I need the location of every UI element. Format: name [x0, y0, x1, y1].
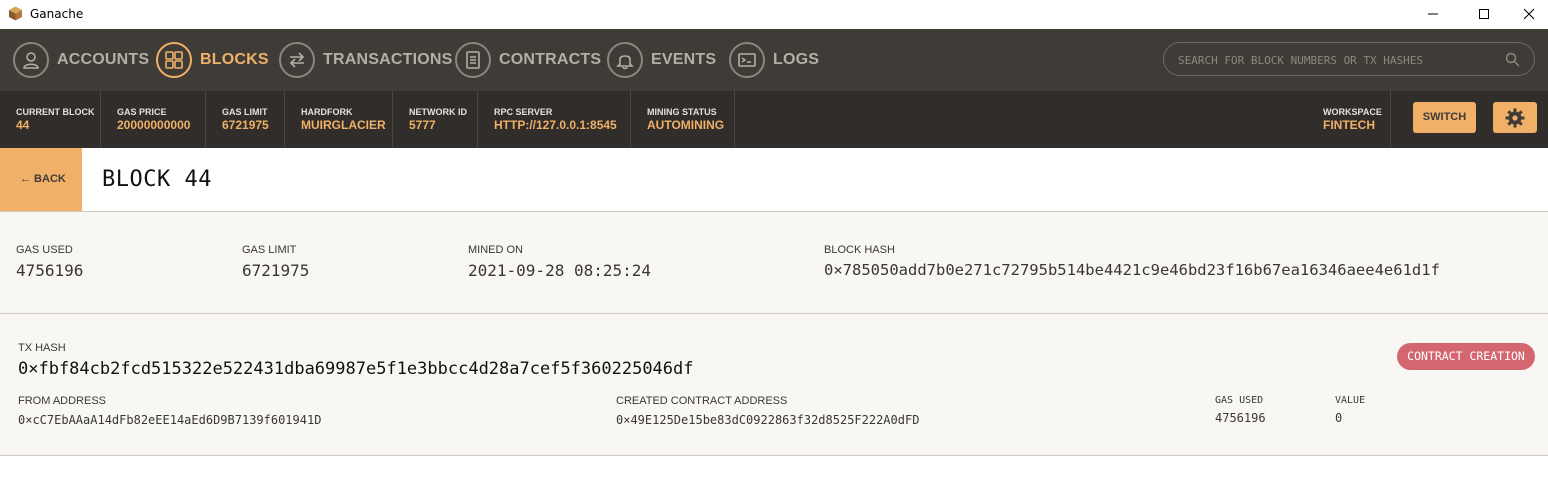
- tx-value-label: VALUE: [1335, 395, 1366, 406]
- back-button[interactable]: ← BACK: [0, 148, 82, 211]
- stat-value: HTTP://127.0.0.1:8545: [494, 118, 617, 132]
- field-value: 0×785050add7b0e271c72795b514be4421c9e46b…: [824, 261, 1440, 279]
- main-nav: ACCOUNTS BLOCKS TRANSACTIONS CONTRACTS E…: [0, 29, 1548, 91]
- close-button[interactable]: [1506, 0, 1548, 29]
- swap-arrows-icon: [289, 52, 305, 68]
- bell-icon: [616, 55, 634, 70]
- search-icon[interactable]: [1505, 52, 1520, 67]
- stat-label: GAS LIMIT: [222, 107, 268, 117]
- maximize-button[interactable]: [1461, 0, 1507, 29]
- created-contract-address: 0×49E125De15be83dC0922863f32d8525F222A0d…: [616, 413, 920, 427]
- tx-gas-used-label: GAS USED: [1215, 395, 1264, 406]
- block-header: ← BACK BLOCK 44: [0, 148, 1548, 212]
- stat-label: CURRENT BLOCK: [16, 107, 95, 117]
- nav-contracts-label: CONTRACTS: [499, 51, 602, 68]
- transaction-row[interactable]: TX HASH 0×fbf84cb2fcd515322e522431dba699…: [0, 314, 1548, 456]
- tx-hash: 0×fbf84cb2fcd515322e522431dba69987e5f1e3…: [18, 359, 694, 379]
- stat-label: HARDFORK: [301, 107, 353, 117]
- page-title: BLOCK 44: [102, 167, 212, 192]
- field-label: GAS USED: [16, 244, 73, 256]
- terminal-icon: [738, 53, 756, 67]
- ganache-logo-icon: [9, 6, 22, 21]
- nav-events-label: EVENTS: [651, 51, 717, 68]
- stat-label: MINING STATUS: [647, 107, 717, 117]
- field-label: GAS LIMIT: [242, 244, 297, 256]
- stat-gas-price: GAS PRICE 20000000000: [101, 91, 206, 148]
- status-bar: CURRENT BLOCK 44 GAS PRICE 20000000000 G…: [0, 91, 1548, 148]
- maximize-icon: [1479, 9, 1489, 19]
- stat-label: WORKSPACE: [1323, 107, 1382, 117]
- contract-creation-badge: CONTRACT CREATION: [1397, 343, 1535, 370]
- search-input[interactable]: [1176, 50, 1500, 70]
- block-details: GAS USED 4756196 GAS LIMIT 6721975 MINED…: [0, 212, 1548, 314]
- minimize-icon: [1428, 13, 1438, 15]
- stat-label: GAS PRICE: [117, 107, 167, 117]
- gear-icon: [1505, 108, 1525, 128]
- field-value: 6721975: [242, 261, 310, 280]
- tx-value: 0: [1335, 411, 1343, 425]
- tx-gas-used: 4756196: [1215, 411, 1266, 425]
- window-title: Ganache: [30, 7, 84, 21]
- window-titlebar: Ganache: [0, 0, 1548, 29]
- stat-label: RPC SERVER: [494, 107, 553, 117]
- stat-gas-limit: GAS LIMIT 6721975: [206, 91, 285, 148]
- nav-blocks-label: BLOCKS: [200, 51, 269, 68]
- stat-mining-status: MINING STATUS AUTOMINING: [631, 91, 735, 148]
- minimize-button[interactable]: [1410, 0, 1456, 29]
- stat-current-block: CURRENT BLOCK 44: [0, 91, 101, 148]
- from-address: 0×cC7EbAAaA14dFb82eEE14aEd6D9B7139f60194…: [18, 413, 322, 427]
- field-value: 4756196: [16, 261, 84, 280]
- stat-rpc-server: RPC SERVER HTTP://127.0.0.1:8545: [478, 91, 631, 148]
- field-label: MINED ON: [468, 244, 523, 256]
- tx-hash-label: TX HASH: [18, 342, 66, 354]
- stat-workspace: WORKSPACE FINTECH: [1307, 91, 1391, 148]
- search-box: [1163, 42, 1535, 76]
- close-icon: [1523, 8, 1535, 20]
- stat-value: FINTECH: [1323, 118, 1375, 132]
- created-contract-label: CREATED CONTRACT ADDRESS: [616, 395, 788, 407]
- nav-transactions-label: TRANSACTIONS: [323, 51, 453, 68]
- stat-network-id: NETWORK ID 5777: [393, 91, 478, 148]
- document-icon: [466, 51, 480, 69]
- blocks-icon: [165, 51, 183, 69]
- stat-value: 20000000000: [117, 118, 191, 132]
- field-label: BLOCK HASH: [824, 244, 895, 256]
- stat-value: AUTOMINING: [647, 118, 725, 132]
- settings-button[interactable]: [1493, 102, 1537, 133]
- stat-value: 5777: [409, 118, 436, 132]
- switch-workspace-button[interactable]: SWITCH: [1413, 102, 1476, 133]
- person-icon: [23, 52, 39, 69]
- stat-label: NETWORK ID: [409, 107, 467, 117]
- stat-value: MUIRGLACIER: [301, 118, 386, 132]
- stat-value: 6721975: [222, 118, 269, 132]
- back-button-label: ← BACK: [20, 173, 66, 185]
- stat-hardfork: HARDFORK MUIRGLACIER: [285, 91, 393, 148]
- nav-accounts-label: ACCOUNTS: [57, 51, 150, 68]
- nav-logs-label: LOGS: [773, 51, 820, 68]
- from-address-label: FROM ADDRESS: [18, 395, 107, 407]
- field-value: 2021-09-28 08:25:24: [468, 261, 652, 280]
- stat-value: 44: [16, 118, 30, 132]
